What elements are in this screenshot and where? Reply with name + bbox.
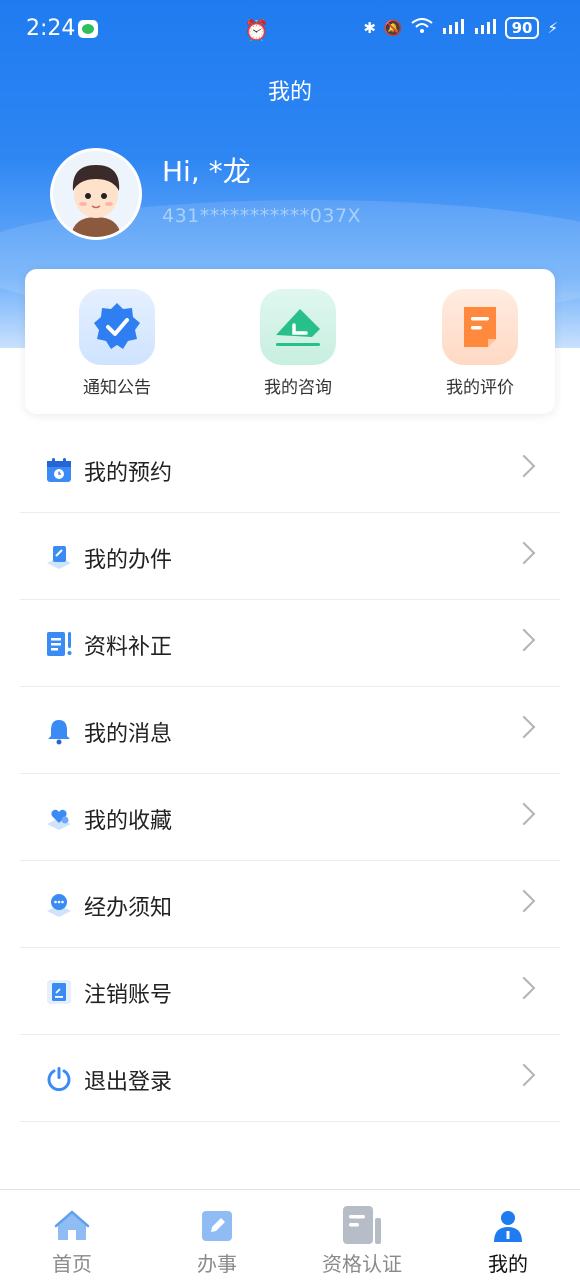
heart-favorite-icon <box>45 804 73 832</box>
bell-icon <box>45 717 73 745</box>
menu-item-label: 我的办件 <box>84 548 173 573</box>
chevron-right-icon <box>512 715 536 739</box>
quick-actions-card: 通知公告 我的咨询 我的评价 <box>25 269 555 414</box>
wechat-notification-icon <box>78 20 98 38</box>
document-edit-icon <box>45 543 73 571</box>
chevron-right-icon <box>512 454 536 478</box>
user-id-number: 431***********037X <box>162 205 362 227</box>
menu-list: 我的预约 我的办件 资料补正 我的消息 我的收藏 经办须知 注销账号 退出登录 <box>20 426 560 1122</box>
tab-label: 资格认证 <box>322 1252 402 1276</box>
tab-label: 首页 <box>52 1252 92 1276</box>
quick-action-label: 我的评价 <box>446 378 514 398</box>
tab-certification[interactable]: 资格认证 <box>302 1206 422 1277</box>
chevron-right-icon <box>512 628 536 652</box>
status-time: 2:24 <box>26 16 76 41</box>
chevron-right-icon <box>512 889 536 913</box>
chevron-right-icon <box>512 976 536 1000</box>
tab-services[interactable]: 办事 <box>157 1208 277 1277</box>
power-icon <box>45 1065 73 1093</box>
menu-item-label: 我的预约 <box>84 461 173 486</box>
quick-action-label: 我的咨询 <box>264 378 332 398</box>
wifi-icon <box>410 18 433 38</box>
battery-indicator: 90 <box>504 17 540 39</box>
menu-item-label: 我的消息 <box>84 722 173 747</box>
menu-item-supplement-docs[interactable]: 资料补正 <box>20 600 560 687</box>
chevron-right-icon <box>512 541 536 565</box>
quick-action-review[interactable]: 我的评价 <box>420 289 540 398</box>
bottom-tab-bar: 首页 办事 资格认证 我的 <box>0 1189 580 1280</box>
menu-item-logout[interactable]: 退出登录 <box>20 1035 560 1122</box>
menu-item-my-cases[interactable]: 我的办件 <box>20 513 560 600</box>
edit-task-icon <box>199 1208 235 1244</box>
alarm-icon: ⏰ <box>244 18 269 42</box>
menu-item-cancel-account[interactable]: 注销账号 <box>20 948 560 1035</box>
tab-mine[interactable]: 我的 <box>448 1208 568 1277</box>
avatar[interactable] <box>50 148 142 240</box>
charging-icon: ⚡ <box>547 19 558 37</box>
document-alert-icon <box>45 630 73 658</box>
review-note-icon <box>442 289 518 365</box>
status-bar: 2:24 ⏰ ✱ 🔕 90 ⚡ <box>0 0 580 60</box>
verified-badge-icon <box>79 289 155 365</box>
tab-home[interactable]: 首页 <box>12 1208 132 1277</box>
menu-item-appointments[interactable]: 我的预约 <box>20 426 560 513</box>
bluetooth-icon: ✱ <box>363 19 376 37</box>
person-icon <box>490 1208 526 1244</box>
page-title: 我的 <box>267 80 312 105</box>
tab-label: 办事 <box>197 1252 237 1276</box>
user-greeting: Hi, *龙 <box>162 155 251 188</box>
menu-item-label: 经办须知 <box>84 896 173 921</box>
home-icon <box>54 1208 90 1244</box>
quick-action-notice[interactable]: 通知公告 <box>57 289 177 398</box>
chevron-right-icon <box>512 802 536 826</box>
tab-label: 我的 <box>488 1252 528 1276</box>
menu-item-favorites[interactable]: 我的收藏 <box>20 774 560 861</box>
mute-icon: 🔕 <box>383 19 403 37</box>
menu-item-messages[interactable]: 我的消息 <box>20 687 560 774</box>
consult-envelope-icon <box>260 289 336 365</box>
menu-item-label: 资料补正 <box>84 635 173 660</box>
account-cancel-icon <box>45 978 73 1006</box>
status-indicators: ✱ 🔕 90 ⚡ <box>363 17 558 39</box>
signal-icon <box>441 18 465 38</box>
menu-item-guidelines[interactable]: 经办须知 <box>20 861 560 948</box>
menu-item-label: 我的收藏 <box>84 809 173 834</box>
quick-action-label: 通知公告 <box>83 378 151 398</box>
menu-item-label: 注销账号 <box>84 983 173 1008</box>
calendar-clock-icon <box>45 456 73 484</box>
chat-bubble-icon <box>45 891 73 919</box>
quick-action-consult[interactable]: 我的咨询 <box>238 289 358 398</box>
certification-icon <box>343 1206 381 1244</box>
signal-icon-2 <box>473 18 497 38</box>
menu-item-label: 退出登录 <box>84 1070 173 1095</box>
chevron-right-icon <box>512 1063 536 1087</box>
